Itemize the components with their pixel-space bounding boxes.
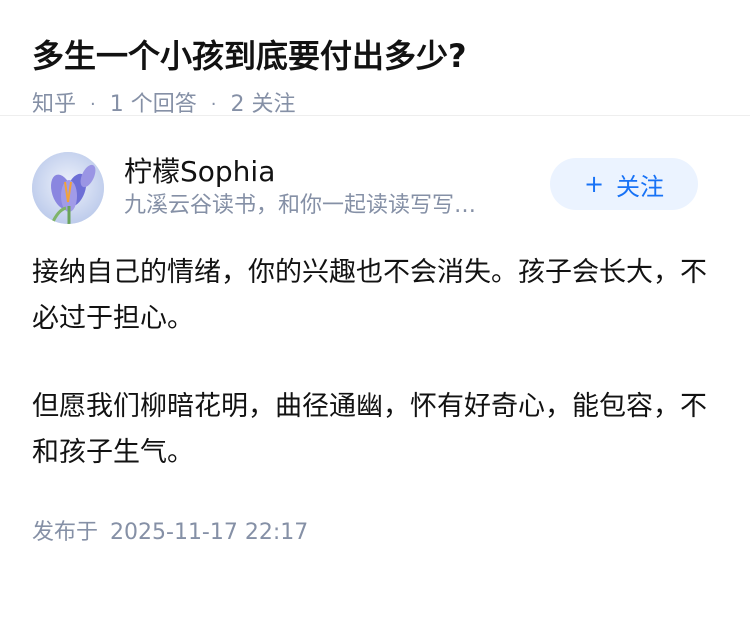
author-row: 柠檬Sophia 九溪云谷读书，和你一起读读写写… + 关注 xyxy=(32,150,718,226)
meta-separator: · xyxy=(90,94,96,115)
publish-info: 发布于 2025-11-17 22:17 xyxy=(32,518,718,548)
follow-button[interactable]: + 关注 xyxy=(550,158,698,210)
publish-label: 发布于 xyxy=(32,520,99,545)
plus-icon: + xyxy=(583,170,605,198)
answer-paragraph: 但愿我们柳暗花明，曲径通幽，怀有好奇心，能包容，不和孩子生气。 xyxy=(32,391,707,468)
question-title[interactable]: 多生一个小孩到底要付出多少? xyxy=(32,34,718,78)
publish-time: 2025-11-17 22:17 xyxy=(110,520,309,545)
avatar[interactable] xyxy=(32,152,104,224)
author-bio: 九溪云谷读书，和你一起读读写写… xyxy=(124,193,477,218)
author-name[interactable]: 柠檬Sophia xyxy=(124,154,534,190)
follow-button-label: 关注 xyxy=(616,172,665,201)
answer-body: 接纳自己的情绪，你的兴趣也不会消失。孩子会长大，不必过于担心。 但愿我们柳暗花明… xyxy=(32,250,712,476)
flower-avatar-image xyxy=(32,152,104,224)
follower-count[interactable]: 2 关注 xyxy=(230,90,295,120)
question-header: 多生一个小孩到底要付出多少? 知乎 · 1 个回答 · 2 关注 xyxy=(0,0,750,117)
source-label[interactable]: 知乎 xyxy=(32,90,76,120)
author-info: 柠檬Sophia 九溪云谷读书，和你一起读读写写… xyxy=(124,154,534,222)
answer-card: 柠檬Sophia 九溪云谷读书，和你一起读读写写… + 关注 接纳自己的情绪，你… xyxy=(0,116,750,548)
answer-paragraph: 接纳自己的情绪，你的兴趣也不会消失。孩子会长大，不必过于担心。 xyxy=(32,257,707,334)
meta-separator: · xyxy=(210,94,217,115)
answer-count[interactable]: 1 个回答 xyxy=(110,90,197,120)
